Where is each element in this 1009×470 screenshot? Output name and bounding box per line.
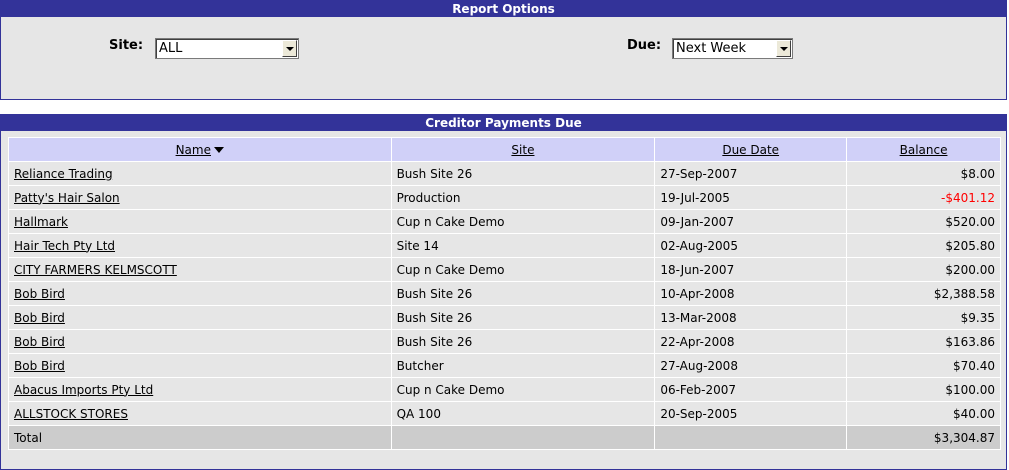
due-date-cell: 27-Aug-2008: [654, 353, 848, 378]
site-cell: Cup n Cake Demo: [390, 257, 656, 282]
due-date-cell: 18-Jun-2007: [654, 257, 848, 282]
due-date-cell: 10-Apr-2008: [654, 281, 848, 306]
sort-by-name-link[interactable]: Name: [176, 143, 211, 157]
balance-cell: $200.00: [846, 257, 1001, 282]
site-cell: Butcher: [390, 353, 656, 378]
total-value: $3,304.87: [846, 425, 1001, 450]
site-cell: QA 100: [390, 401, 656, 426]
name-cell: Abacus Imports Pty Ltd: [8, 377, 392, 402]
creditor-name-link[interactable]: CITY FARMERS KELMSCOTT: [14, 263, 177, 277]
name-cell: Bob Bird: [8, 305, 392, 330]
table-row: Abacus Imports Pty Ltd Cup n Cake Demo 06-…: [8, 377, 1001, 402]
name-cell: Bob Bird: [8, 281, 392, 306]
site-dropdown-button[interactable]: [282, 40, 297, 57]
chevron-down-icon: [285, 46, 294, 51]
site-select[interactable]: ALL: [155, 38, 299, 59]
creditor-name-link[interactable]: Bob Bird: [14, 359, 65, 373]
column-header-name[interactable]: Name: [8, 137, 392, 162]
table-row: Hair Tech Pty Ltd Site 14 02-Aug-2005 $205.…: [8, 233, 1001, 258]
site-cell: Cup n Cake Demo: [390, 377, 656, 402]
chevron-down-icon: [779, 46, 788, 51]
due-date-cell: 19-Jul-2005: [654, 185, 848, 210]
table-header-row: Name Site Due Date Balance: [8, 137, 1001, 162]
table-row: Bob Bird Butcher 27-Aug-2008 $70.40: [8, 353, 1001, 378]
balance-cell: $205.80: [846, 233, 1001, 258]
report-options-panel: Report Options Site: ALL Due: Next Week: [0, 0, 1007, 100]
name-cell: Bob Bird: [8, 329, 392, 354]
creditor-name-link[interactable]: Hair Tech Pty Ltd: [14, 239, 115, 253]
balance-cell: -$401.12: [846, 185, 1001, 210]
creditor-name-link[interactable]: Abacus Imports Pty Ltd: [14, 383, 153, 397]
table-row: Hallmark Cup n Cake Demo 09-Jan-2007 $520.0…: [8, 209, 1001, 234]
balance-cell: $100.00: [846, 377, 1001, 402]
name-cell: Reliance Trading: [8, 161, 392, 186]
balance-cell: $40.00: [846, 401, 1001, 426]
site-cell: Bush Site 26: [390, 281, 656, 306]
site-cell: Bush Site 26: [390, 161, 656, 186]
creditor-name-link[interactable]: Patty's Hair Salon: [14, 191, 120, 205]
due-date-cell: 27-Sep-2007: [654, 161, 848, 186]
name-cell: Hair Tech Pty Ltd: [8, 233, 392, 258]
total-label: Total: [8, 425, 392, 450]
creditor-name-link[interactable]: Bob Bird: [14, 287, 65, 301]
site-cell: Cup n Cake Demo: [390, 209, 656, 234]
due-select[interactable]: Next Week: [672, 38, 793, 59]
due-date-cell: 13-Mar-2008: [654, 305, 848, 330]
due-select-value: Next Week: [676, 41, 747, 56]
creditor-payments-header: Creditor Payments Due: [1, 115, 1006, 131]
site-label: Site:: [109, 38, 144, 53]
name-cell: Hallmark: [8, 209, 392, 234]
table-row: Reliance Trading Bush Site 26 27-Sep-2007 $…: [8, 161, 1001, 186]
name-cell: Patty's Hair Salon: [8, 185, 392, 210]
name-cell: ALLSTOCK STORES: [8, 401, 392, 426]
sort-descending-icon: [213, 147, 224, 153]
table-row: Patty's Hair Salon Production 19-Jul-2005-…: [8, 185, 1001, 210]
site-cell: Bush Site 26: [390, 305, 656, 330]
due-date-cell: 22-Apr-2008: [654, 329, 848, 354]
balance-cell: $2,388.58: [846, 281, 1001, 306]
due-dropdown-button[interactable]: [776, 40, 791, 57]
total-empty-cell: [654, 425, 848, 450]
due-date-cell: 06-Feb-2007: [654, 377, 848, 402]
site-cell: Site 14: [390, 233, 656, 258]
creditor-name-link[interactable]: Reliance Trading: [14, 167, 113, 181]
balance-cell: $8.00: [846, 161, 1001, 186]
balance-cell: $163.86: [846, 329, 1001, 354]
due-date-cell: 20-Sep-2005: [654, 401, 848, 426]
sort-by-balance-link[interactable]: Balance: [900, 143, 948, 157]
sort-by-due-date-link[interactable]: Due Date: [722, 143, 779, 157]
total-empty-cell: [390, 425, 656, 450]
due-label: Due:: [627, 38, 662, 53]
column-header-balance[interactable]: Balance: [846, 137, 1001, 162]
report-options-header: Report Options: [1, 1, 1006, 17]
sort-by-site-link[interactable]: Site: [511, 143, 534, 157]
creditor-name-link[interactable]: Bob Bird: [14, 335, 65, 349]
table-row: CITY FARMERS KELMSCOTT Cup n Cake Demo 18-…: [8, 257, 1001, 282]
balance-cell: $520.00: [846, 209, 1001, 234]
column-header-site[interactable]: Site: [390, 137, 656, 162]
creditor-name-link[interactable]: Bob Bird: [14, 311, 65, 325]
table-row: ALLSTOCK STORES QA 100 20-Sep-2005 $40.00: [8, 401, 1001, 426]
creditor-payments-panel: Creditor Payments Due Name Site Due Date…: [0, 114, 1007, 470]
site-select-value: ALL: [159, 41, 183, 56]
name-cell: CITY FARMERS KELMSCOTT: [8, 257, 392, 282]
site-cell: Bush Site 26: [390, 329, 656, 354]
site-cell: Production: [390, 185, 656, 210]
name-cell: Bob Bird: [8, 353, 392, 378]
table-row: Bob Bird Bush Site 26 13-Mar-2008 $9.35: [8, 305, 1001, 330]
payments-table: Name Site Due Date Balance Reliance Trad…: [8, 137, 1001, 450]
creditor-name-link[interactable]: ALLSTOCK STORES: [14, 407, 128, 421]
table-row: Bob Bird Bush Site 26 22-Apr-2008 $163.86: [8, 329, 1001, 354]
balance-cell: $70.40: [846, 353, 1001, 378]
balance-cell: $9.35: [846, 305, 1001, 330]
column-header-due-date[interactable]: Due Date: [654, 137, 848, 162]
table-row: Bob Bird Bush Site 26 10-Apr-2008 $2,388.58: [8, 281, 1001, 306]
due-date-cell: 02-Aug-2005: [654, 233, 848, 258]
creditor-name-link[interactable]: Hallmark: [14, 215, 68, 229]
total-row: Total $3,304.87: [8, 425, 1001, 450]
due-date-cell: 09-Jan-2007: [654, 209, 848, 234]
